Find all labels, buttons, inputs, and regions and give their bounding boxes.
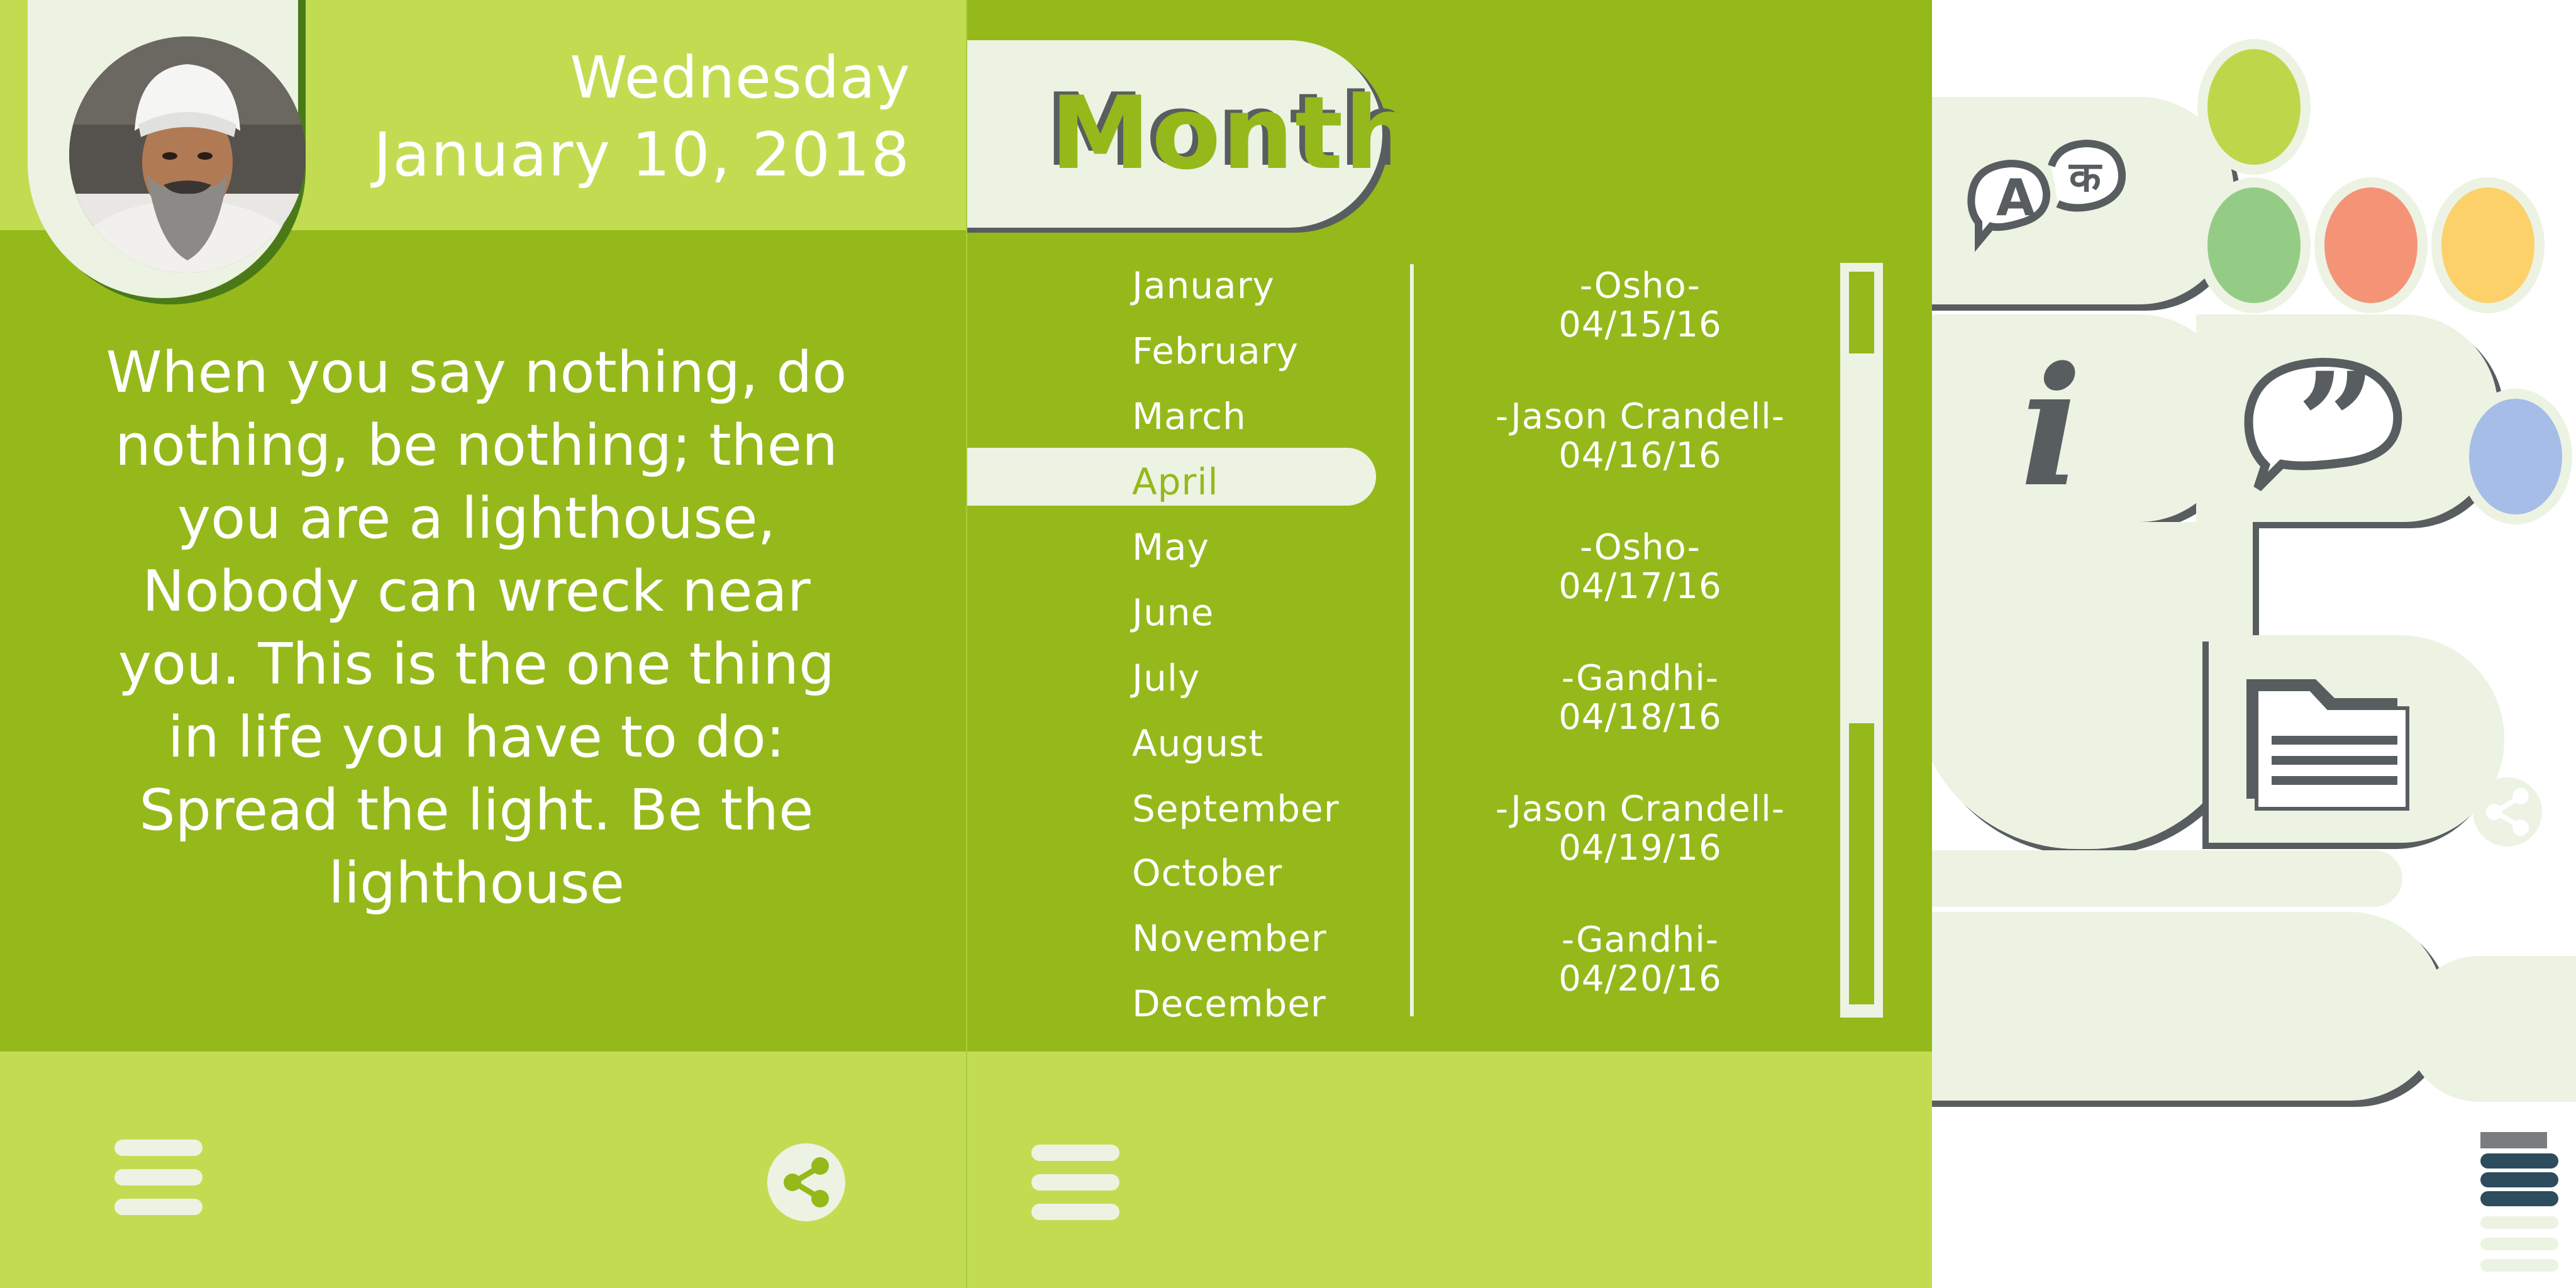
month-title: Month [1050, 74, 1418, 192]
entry-author: -Jason Crandell- [1495, 789, 1785, 830]
menu-icon-sample [2480, 1132, 2562, 1288]
scroll-track-bottom [1849, 723, 1874, 1004]
swatch-amber [2431, 177, 2545, 313]
document-icon [2246, 679, 2409, 811]
entry-item[interactable]: -Osho- 04/15/16 [1445, 267, 1835, 345]
translate-icon: A क [1967, 139, 2126, 252]
scroll-track-top [1849, 272, 1874, 353]
share-button[interactable] [767, 1143, 845, 1221]
month-screen: Month January February March April May J… [966, 0, 1932, 1288]
info-pill[interactable]: i [1932, 314, 2234, 522]
share-icon [2486, 788, 2529, 836]
entry-author: -Osho- [1579, 527, 1701, 568]
entry-date: 04/19/16 [1558, 828, 1722, 869]
month-item-january[interactable]: January [1132, 264, 1275, 307]
swatch-salmon [2314, 177, 2428, 313]
entry-author: -Gandhi- [1561, 919, 1719, 960]
entry-author: -Gandhi- [1561, 658, 1719, 699]
entry-author: -Osho- [1579, 265, 1701, 306]
month-item-june[interactable]: June [1132, 591, 1214, 634]
quote-screen: Wednesday January 10, 2018 When you say … [0, 0, 966, 1288]
swatch-blue [2459, 389, 2572, 525]
entry-item[interactable]: -Gandhi- 04/20/16 [1445, 921, 1835, 999]
bottom-bar [0, 1052, 966, 1288]
month-item-may[interactable]: May [1132, 526, 1209, 569]
wide-pill [1932, 912, 2444, 1101]
info-icon: i [2020, 336, 2082, 499]
quote-text: When you say nothing, do nothing, be not… [106, 340, 847, 916]
month-item-september[interactable]: September [1132, 787, 1340, 830]
quote-pill[interactable]: ” [2196, 314, 2498, 522]
translate-pill[interactable]: A क [1932, 97, 2234, 304]
entry-date: 04/17/16 [1558, 566, 1722, 607]
info-glyph: i [2020, 336, 2082, 499]
long-bar [1932, 850, 2402, 907]
column-divider [1410, 264, 1414, 1016]
translate-latin-glyph: A [1996, 169, 2035, 227]
asset-sheet: A क i ” [1932, 0, 2576, 1288]
swatch-lime [2197, 39, 2311, 175]
avatar-tab [28, 0, 306, 298]
share-icon-sample [2473, 777, 2542, 847]
menu-icon[interactable] [1031, 1145, 1119, 1220]
translate-other-glyph: क [2068, 153, 2102, 201]
scrollbar[interactable] [1840, 263, 1883, 1018]
entry-item[interactable]: -Osho- 04/17/16 [1445, 528, 1835, 606]
quote-icon: ” [2244, 341, 2402, 503]
bottom-bar [967, 1052, 1932, 1288]
month-item-july[interactable]: July [1132, 657, 1200, 699]
month-item-august[interactable]: August [1132, 722, 1263, 765]
share-icon [784, 1157, 829, 1208]
weekday-label: Wednesday [570, 44, 911, 111]
entry-item[interactable]: -Jason Crandell- 04/19/16 [1445, 790, 1835, 868]
quote-glyph: ” [2297, 341, 2377, 503]
document-pill[interactable] [2209, 635, 2504, 843]
month-item-november[interactable]: November [1132, 917, 1327, 960]
month-item-october[interactable]: October [1132, 852, 1282, 894]
date-label: January 10, 2018 [374, 119, 911, 190]
entry-date: 04/20/16 [1558, 958, 1722, 999]
entry-date: 04/15/16 [1558, 304, 1722, 345]
month-item-march[interactable]: March [1132, 395, 1246, 438]
entry-date: 04/18/16 [1558, 697, 1722, 738]
entry-date: 04/16/16 [1558, 435, 1722, 476]
entry-author: -Jason Crandell- [1495, 396, 1785, 437]
blank-card [1932, 522, 2253, 849]
menu-icon[interactable] [114, 1140, 203, 1215]
small-pill [2406, 956, 2576, 1102]
month-item-april[interactable]: April [1132, 460, 1219, 503]
month-item-december[interactable]: December [1132, 982, 1326, 1025]
entry-item[interactable]: -Jason Crandell- 04/16/16 [1445, 397, 1835, 475]
swatch-green [2197, 177, 2311, 313]
entry-item[interactable]: -Gandhi- 04/18/16 [1445, 659, 1835, 737]
author-avatar[interactable] [69, 36, 306, 273]
month-item-february[interactable]: February [1132, 330, 1299, 372]
